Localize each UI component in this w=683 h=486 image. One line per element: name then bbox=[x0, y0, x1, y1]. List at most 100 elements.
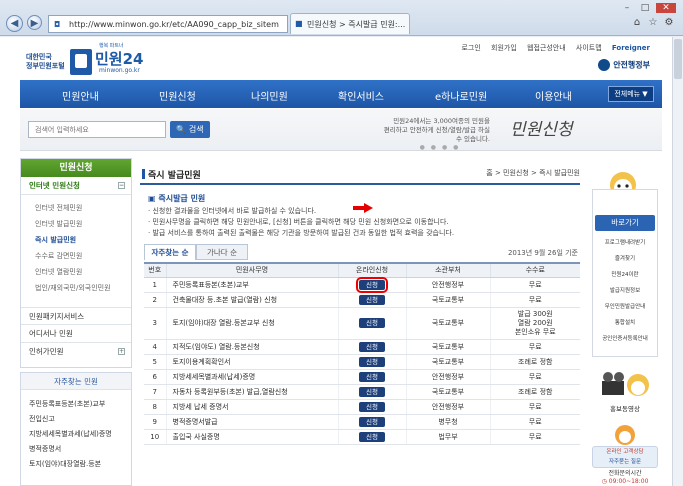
apply-button[interactable]: 신청 bbox=[359, 318, 385, 328]
apply-button[interactable]: 신청 bbox=[356, 276, 388, 293]
foreigner-link[interactable]: Foreigner bbox=[612, 44, 650, 52]
accessibility-link[interactable]: 웹접근성안내 bbox=[527, 44, 566, 52]
home-icon[interactable]: ⌂ bbox=[630, 18, 644, 28]
col-no: 번호 bbox=[144, 262, 166, 278]
frequent-item[interactable]: 주민등록표등본(초본)교부 bbox=[29, 399, 105, 409]
apply-button[interactable]: 신청 bbox=[359, 401, 385, 412]
forward-button[interactable]: ▶ bbox=[27, 15, 42, 30]
sitemap-link[interactable]: 사이트맵 bbox=[576, 44, 602, 52]
minwon-name-link[interactable]: 자동차 등록원부등(초본) 발급,열람신청 bbox=[165, 384, 338, 400]
back-button[interactable]: ◀ bbox=[6, 15, 23, 32]
mascot-icon bbox=[615, 425, 635, 445]
sidebar-sub-corporate[interactable]: 법인/재외국민/외국인민원 bbox=[35, 283, 111, 293]
minwon-name-link[interactable]: 지방세세목별과세(납세)증명 bbox=[165, 369, 338, 385]
section-title: ▣ 즉시발급 민원 bbox=[148, 194, 206, 203]
consult-box[interactable]: 온라인 고객상담 자주묻는 질문 전화문의시간 ◷ 09:00~18:00 bbox=[592, 422, 658, 486]
close-button[interactable]: ✕ bbox=[656, 3, 676, 13]
settings-gear-icon[interactable]: ⚙ bbox=[662, 18, 676, 28]
quick-item-about[interactable]: 민원24이란 bbox=[595, 270, 655, 278]
minwon-name-link[interactable]: 토지이용계획확인서 bbox=[165, 354, 338, 370]
frequent-item[interactable]: 지방세세목별과세(납세)증명 bbox=[29, 429, 112, 439]
minwon-name-link[interactable]: 토지(임야)대장 열람.등본교부 신청 bbox=[165, 307, 338, 340]
promo-pager[interactable]: ● ● ● ● bbox=[385, 144, 495, 151]
nav-verify-service[interactable]: 확인서비스 bbox=[338, 88, 384, 103]
minwon-name-link[interactable]: 지방세 납세 증명서 bbox=[165, 399, 338, 415]
nav-minwon-guide[interactable]: 민원안내 bbox=[62, 88, 99, 103]
sidebar-item-anywhere[interactable]: 어디서나 민원 bbox=[21, 325, 131, 343]
portal-label: 대한민국 정부민원포털 bbox=[26, 53, 65, 70]
minwon-name-link[interactable]: 주민등록표등본(초본)교부 bbox=[165, 277, 338, 293]
description-line: · 발급 서비스를 통하여 출력된 출력물은 해당 기관을 방문하여 발급된 건… bbox=[148, 229, 455, 237]
sidebar-sub-all[interactable]: 인터넷 전체민원 bbox=[35, 203, 82, 213]
favorites-star-icon[interactable]: ☆ bbox=[646, 18, 660, 28]
browser-tab[interactable]: ■ 민원신청 > 즉시발급 민원:... bbox=[290, 13, 410, 34]
sidebar-item-permit[interactable]: 인허가민원 + bbox=[21, 343, 131, 361]
frequent-item[interactable]: 전입신고 bbox=[29, 414, 55, 424]
sidebar-sub-instant[interactable]: 즉시 발급민원 bbox=[35, 235, 76, 245]
search-icon: 🔍 bbox=[176, 125, 187, 134]
apply-button[interactable]: 신청 bbox=[359, 431, 385, 442]
description-line: · 민원사무명을 클릭하면 해당 민원안내로, [신청] 버튼을 클릭하면 해당… bbox=[148, 218, 449, 226]
search-button[interactable]: 🔍 검색 bbox=[170, 121, 210, 138]
promo-video[interactable]: 홍보동영상 bbox=[592, 369, 658, 413]
address-bar[interactable]: ◘ http://www.minwon.go.kr/etc/AA090_capp… bbox=[48, 15, 288, 33]
frequent-item[interactable]: 병적증명서 bbox=[29, 444, 61, 454]
login-link[interactable]: 로그인 bbox=[461, 44, 480, 52]
logo-url: minwon.go.kr bbox=[99, 67, 140, 74]
red-arrow-icon bbox=[353, 203, 373, 213]
apply-button[interactable]: 신청 bbox=[359, 356, 385, 367]
apply-button[interactable]: 신청 bbox=[359, 341, 385, 352]
nav-minwon-apply[interactable]: 민원신청 bbox=[159, 88, 196, 103]
minwon-name-link[interactable]: 건축물대장 등.초본 발급(열람) 신청 bbox=[165, 292, 338, 308]
scrollbar[interactable] bbox=[672, 37, 683, 486]
quick-item-download[interactable]: 프로그램내려받기 bbox=[595, 238, 655, 246]
quick-item-favorites[interactable]: 즐겨찾기 bbox=[595, 254, 655, 262]
expand-icon[interactable]: + bbox=[118, 348, 125, 355]
gov-logo[interactable]: 안전행정부 bbox=[598, 59, 650, 71]
breadcrumb: 홈 > 민원신청 > 즉시 발급민원 bbox=[486, 169, 580, 177]
minwon24-logo-icon[interactable] bbox=[70, 49, 92, 75]
promo-text: 민원24에서는 3,000여종의 민원을 편리하고 안전하게 신청/열람/발급 … bbox=[383, 117, 490, 143]
side-menu-title: 민원신청 bbox=[21, 159, 131, 177]
quick-item-kiosk[interactable]: 무인민원발급안내 bbox=[595, 302, 655, 310]
minwon-name-link[interactable]: 지적도(임야도) 열람.등본신청 bbox=[165, 339, 338, 355]
apply-button[interactable]: 신청 bbox=[359, 371, 385, 382]
table-row: 4 지적도(임야도) 열람.등본신청 신청 국토교통부 무료 bbox=[144, 339, 580, 355]
sidebar-sub-issue[interactable]: 인터넷 발급민원 bbox=[35, 219, 82, 229]
quick-item-install[interactable]: 통합설치 bbox=[595, 318, 655, 326]
nav-e-hanaro[interactable]: e하나로민원 bbox=[435, 88, 487, 103]
description-line: · 신청한 결과물을 인터넷에서 바로 발급하실 수 있습니다. bbox=[148, 207, 317, 215]
quick-item-issue-info[interactable]: 발급지원정보 bbox=[595, 286, 655, 294]
faq-link[interactable]: 자주묻는 질문 bbox=[593, 457, 657, 467]
search-input[interactable] bbox=[28, 121, 166, 138]
minwon-name-link[interactable]: 병적증명서발급 bbox=[165, 414, 338, 430]
minimize-button[interactable]: – bbox=[620, 3, 634, 13]
table-row: 8 지방세 납세 증명서 신청 안전행정부 무료 bbox=[144, 399, 580, 415]
apply-button[interactable]: 신청 bbox=[359, 294, 385, 305]
video-camera-icon bbox=[602, 372, 649, 396]
minwon-name-link[interactable]: 출입국 사실증명 bbox=[165, 429, 338, 445]
quick-item-certificate[interactable]: 공인인증서등록안내 bbox=[595, 334, 655, 342]
web-page: 로그인 회원가입 웹접근성안내 사이트맵 Foreigner 대한민국 정부민원… bbox=[0, 37, 683, 486]
scrollbar-thumb[interactable] bbox=[674, 39, 682, 79]
tab-alphabetical[interactable]: 가나다 순 bbox=[196, 244, 248, 260]
tab-favicon-icon: ■ bbox=[295, 19, 303, 28]
apply-button[interactable]: 신청 bbox=[359, 386, 385, 397]
expand-icon[interactable]: − bbox=[118, 182, 125, 189]
apply-button[interactable]: 신청 bbox=[359, 416, 385, 427]
table-row: 7 자동차 등록원부등(초본) 발급,열람신청 신청 국토교통부 조례로 정함 bbox=[144, 384, 580, 400]
site-logo[interactable]: 민원24 bbox=[95, 48, 143, 69]
frequent-item[interactable]: 토지(임야)대장열람.등본 bbox=[29, 459, 101, 469]
nav-usage-guide[interactable]: 이용안내 bbox=[535, 88, 572, 103]
tab-frequent[interactable]: 자주찾는 순 bbox=[144, 244, 196, 260]
sidebar-sub-fee-reduction[interactable]: 수수료 감면민원 bbox=[35, 251, 82, 261]
all-menu-button[interactable]: 전체메뉴 ▼ bbox=[608, 86, 654, 102]
join-link[interactable]: 회원가입 bbox=[491, 44, 517, 52]
phone-hours: 전화문의시간 ◷ 09:00~18:00 bbox=[601, 470, 649, 485]
nav-my-minwon[interactable]: 나의민원 bbox=[251, 88, 288, 103]
sidebar-item-internet-apply[interactable]: 인터넷 민원신청 − bbox=[21, 177, 131, 195]
online-consult-link[interactable]: 온라인 고객상담 bbox=[593, 447, 657, 457]
sidebar-sub-view[interactable]: 인터넷 열람민원 bbox=[35, 267, 82, 277]
sidebar-item-package[interactable]: 민원패키지서비스 bbox=[21, 307, 131, 325]
maximize-button[interactable]: □ bbox=[638, 3, 652, 13]
